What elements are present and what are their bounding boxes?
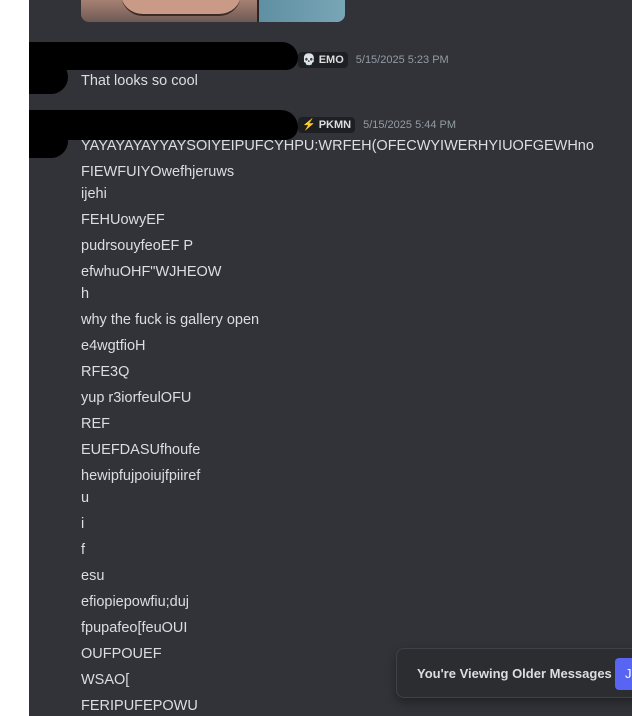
- role-badge[interactable]: ⚡ PKMN: [298, 117, 356, 133]
- message-text: FEHUowyEF: [81, 212, 165, 228]
- lightning-icon: ⚡: [302, 119, 316, 131]
- message-text: hewipfujpoiujfpiiref: [81, 468, 201, 484]
- message-header: 💀 EMO 5/15/2025 5:23 PM: [298, 50, 449, 70]
- redacted-avatar: [29, 124, 68, 158]
- redacted-avatar: [29, 60, 68, 94]
- role-badge[interactable]: 💀 EMO: [298, 52, 348, 68]
- message-timestamp[interactable]: 5/15/2025 5:44 PM: [363, 117, 456, 133]
- role-badge-label: PKMN: [318, 119, 352, 131]
- skull-icon: 💀: [302, 54, 316, 66]
- message-text: FERIPUFEPOWU: [81, 698, 198, 714]
- message-text: YAYAYAYAYYAYSOIYEIPUFCYHPU:WRFEH(OFECWYI…: [81, 138, 594, 154]
- message-text: i: [81, 516, 85, 532]
- message-text: WSAO[: [81, 672, 130, 688]
- message-text: ijehi: [81, 186, 107, 202]
- message-text: RFE3Q: [81, 364, 130, 380]
- older-messages-label: You're Viewing Older Messages: [417, 666, 612, 681]
- chat-message-list[interactable]: 💀 EMO 5/15/2025 5:23 PM That looks so co…: [29, 0, 632, 716]
- message-text: f: [81, 542, 86, 558]
- jump-to-present-button[interactable]: J: [615, 658, 632, 690]
- message-text: e4wgtfioH: [81, 338, 146, 354]
- message-text: yup r3iorfeulOFU: [81, 390, 192, 406]
- redacted-avatar-username: [29, 42, 298, 70]
- role-badge-label: EMO: [318, 54, 344, 66]
- message-text: why the fuck is gallery open: [81, 312, 260, 328]
- image-attachment[interactable]: [81, 0, 345, 22]
- older-messages-bar: You're Viewing Older Messages J: [396, 648, 632, 698]
- message-text: OUFPOUEF: [81, 646, 162, 662]
- message-header: ⚡ PKMN 5/15/2025 5:44 PM: [298, 115, 456, 135]
- message-text: efwhuOHF"WJHEOW: [81, 264, 222, 280]
- message-text: fpupafeo[feuOUI: [81, 620, 188, 636]
- message-text: EUEFDASUfhoufe: [81, 442, 201, 458]
- image-content: [257, 0, 345, 22]
- message-text: pudrsouyfeoEF P: [81, 238, 194, 254]
- message-text: u: [81, 490, 90, 506]
- message-text: esu: [81, 568, 105, 584]
- message-text: FIEWFUIYOwefhjeruws: [81, 164, 235, 180]
- message-text: efiopiepowfiu;duj: [81, 594, 190, 610]
- message-text: h: [81, 286, 90, 302]
- message-text: REF: [81, 416, 110, 432]
- left-margin: [0, 0, 29, 716]
- image-content: [121, 0, 241, 16]
- message-timestamp[interactable]: 5/15/2025 5:23 PM: [356, 52, 449, 68]
- message-text: That looks so cool: [81, 73, 198, 89]
